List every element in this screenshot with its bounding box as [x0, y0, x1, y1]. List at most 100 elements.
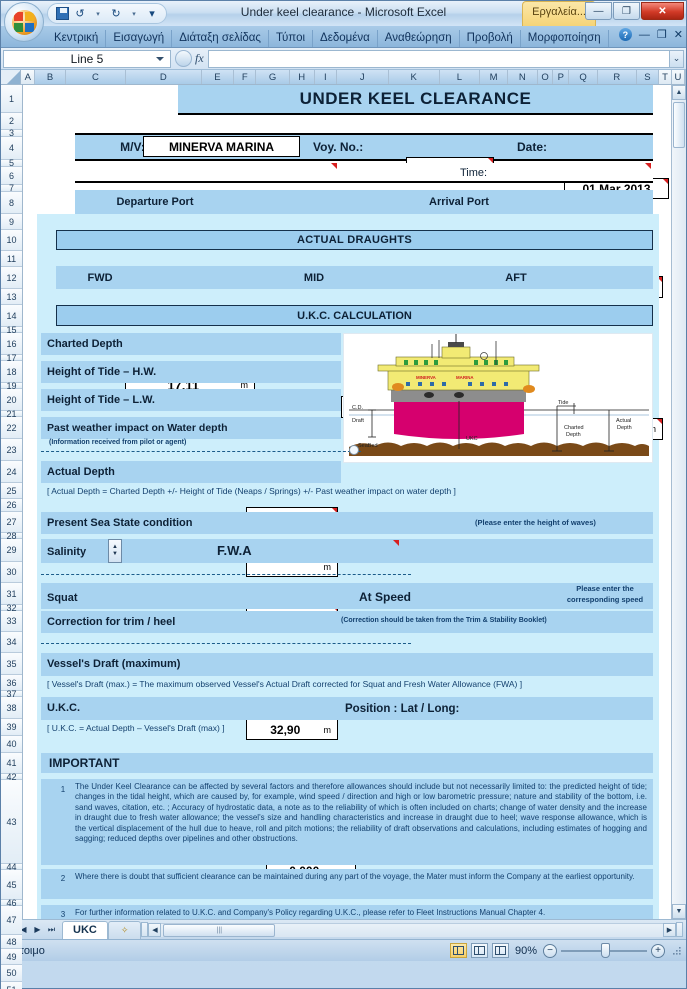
sheet-tab-ukc[interactable]: UKC [62, 920, 108, 939]
row-header-13[interactable]: 13 [1, 289, 22, 305]
column-header-F[interactable]: F [234, 70, 257, 84]
minimize-button[interactable]: — [585, 2, 612, 20]
zoom-slider[interactable] [561, 942, 647, 958]
column-header-L[interactable]: L [439, 70, 481, 84]
row-header-26[interactable]: 26 [1, 499, 22, 512]
vessel-name-field[interactable]: MINERVA MARINA [143, 136, 300, 157]
zoom-slider-thumb[interactable] [601, 942, 610, 958]
formula-input[interactable] [207, 49, 669, 68]
page-layout-icon[interactable] [470, 943, 488, 958]
row-header-39[interactable]: 39 [1, 719, 22, 736]
column-header-O[interactable]: O [537, 70, 554, 84]
column-header-G[interactable]: G [256, 70, 290, 84]
column-header-P[interactable]: P [553, 70, 570, 84]
row-header-38[interactable]: 38 [1, 697, 22, 719]
column-header-E[interactable]: E [201, 70, 235, 84]
column-header-T[interactable]: T [658, 70, 672, 84]
vertical-scrollbar[interactable]: ▲ ▼ [671, 85, 686, 919]
column-header-B[interactable]: B [35, 70, 66, 84]
zoom-in-button[interactable]: + [651, 943, 665, 958]
restore-workbook-button[interactable]: ❐ [657, 28, 667, 41]
row-header-45[interactable]: 45 [1, 870, 22, 900]
insert-worksheet-tab[interactable]: ✧ [107, 920, 142, 939]
column-header-K[interactable]: K [388, 70, 440, 84]
select-all-corner[interactable] [1, 70, 22, 84]
horizontal-scroll-thumb[interactable]: ||| [163, 923, 276, 937]
scroll-up-button[interactable]: ▲ [672, 85, 686, 100]
resize-grip-icon[interactable] [672, 946, 682, 956]
ribbon-tab-review[interactable]: Αναθεώρηση [378, 30, 460, 47]
last-sheet-button[interactable]: ⏭ [45, 922, 58, 937]
ribbon-tab-format[interactable]: Μορφοποίηση [521, 30, 609, 47]
next-sheet-button[interactable]: ▶ [31, 922, 44, 937]
sheet-canvas[interactable]: UNDER KEEL CLEARANCE M/V: MINERVA MARINA… [23, 85, 671, 919]
row-header-8[interactable]: 8 [1, 192, 22, 214]
row-header-9[interactable]: 9 [1, 214, 22, 230]
chevron-down-icon[interactable] [156, 56, 164, 61]
zoom-out-button[interactable]: − [543, 943, 557, 958]
fx-icon[interactable]: fx [195, 51, 204, 66]
office-button[interactable] [4, 2, 44, 42]
row-header-51[interactable]: 51 [1, 982, 22, 989]
column-header-I[interactable]: I [314, 70, 337, 84]
expand-formula-bar-button[interactable]: ⌄ [669, 49, 684, 68]
row-header-5[interactable]: 5 [1, 158, 22, 168]
name-box[interactable]: Line 5 [3, 49, 171, 68]
column-header-A[interactable]: A [21, 70, 36, 84]
column-header-C[interactable]: C [65, 70, 126, 84]
column-header-M[interactable]: M [480, 70, 509, 84]
help-icon[interactable]: ? [618, 28, 632, 41]
row-header-35[interactable]: 35 [1, 653, 22, 675]
normal-view-icon[interactable] [449, 943, 467, 958]
ribbon-tab-home[interactable]: Κεντρική [47, 30, 107, 47]
salinity-spinner[interactable]: ▲ ▼ [108, 539, 122, 563]
ribbon-tab-data[interactable]: Δεδομένα [313, 30, 378, 47]
close-workbook-button[interactable]: ✕ [674, 28, 683, 41]
row-header-25[interactable]: 25 [1, 483, 22, 499]
row-header-40[interactable]: 40 [1, 736, 22, 753]
hscroll-left-button[interactable]: ◀ [148, 922, 162, 937]
ribbon-tab-insert[interactable]: Εισαγωγή [106, 30, 173, 47]
row-header-30[interactable]: 30 [1, 562, 22, 583]
vertical-scroll-thumb[interactable] [673, 102, 685, 148]
row-header-24[interactable]: 24 [1, 461, 22, 483]
row-header-3[interactable]: 3 [1, 128, 22, 138]
row-header-50[interactable]: 50 [1, 965, 22, 982]
column-header-N[interactable]: N [508, 70, 538, 84]
group-handle-icon[interactable] [349, 445, 359, 455]
row-header-10[interactable]: 10 [1, 230, 22, 251]
minimize-workbook-button[interactable]: — [639, 29, 650, 41]
row-header-29[interactable]: 29 [1, 539, 22, 562]
row-header-33[interactable]: 33 [1, 611, 22, 632]
insert-function-round-icon[interactable] [175, 50, 192, 67]
column-header-S[interactable]: S [636, 70, 659, 84]
row-header-1[interactable]: 1 [1, 85, 22, 113]
hscroll-right-button[interactable]: ▶ [663, 922, 676, 937]
row-header-48[interactable]: 48 [1, 935, 22, 949]
page-break-icon[interactable] [491, 943, 509, 958]
restore-button[interactable]: ❐ [613, 2, 640, 20]
row-header-4[interactable]: 4 [1, 137, 22, 160]
row-header-49[interactable]: 49 [1, 949, 22, 965]
column-header-R[interactable]: R [597, 70, 637, 84]
zoom-level[interactable]: 90% [513, 945, 539, 957]
column-header-Q[interactable]: Q [569, 70, 598, 84]
row-header-22[interactable]: 22 [1, 417, 22, 439]
column-header-U[interactable]: U [671, 70, 685, 84]
ribbon-tab-view[interactable]: Προβολή [460, 30, 521, 47]
row-header-34[interactable]: 34 [1, 632, 22, 653]
horizontal-scroll-track[interactable]: ||| [161, 922, 663, 937]
column-header-H[interactable]: H [289, 70, 315, 84]
column-header-J[interactable]: J [336, 70, 389, 84]
row-header-23[interactable]: 23 [1, 439, 22, 461]
ribbon-tab-formulas[interactable]: Τύποι [269, 30, 314, 47]
row-header-43[interactable]: 43 [1, 780, 22, 864]
row-header-47[interactable]: 47 [1, 906, 22, 935]
ribbon-tab-page-layout[interactable]: Διάταξη σελίδας [172, 30, 269, 47]
column-header-D[interactable]: D [125, 70, 202, 84]
close-button[interactable]: ✕ [641, 2, 684, 20]
hscroll-split-handle[interactable] [676, 922, 683, 937]
tab-split-handle[interactable] [141, 922, 149, 937]
scroll-down-button[interactable]: ▼ [672, 904, 686, 919]
row-header-7[interactable]: 7 [1, 183, 22, 193]
